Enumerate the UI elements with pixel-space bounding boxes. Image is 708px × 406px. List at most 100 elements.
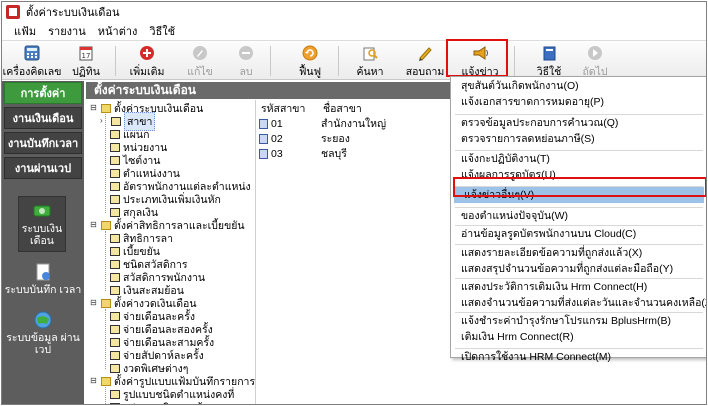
folder-icon: [101, 221, 111, 230]
form-icon: [111, 117, 121, 126]
form-icon: [110, 260, 120, 269]
form-icon: [110, 143, 120, 152]
add-icon: [138, 44, 156, 62]
branch-code: 02: [271, 132, 283, 145]
dropdown-menu-item[interactable]: แสดงรายละเอียดข้อความที่ถูกส่งแล้ว(X): [451, 245, 706, 261]
module-web-system[interactable]: ระบบข้อมูล ผ่านเวป: [2, 306, 84, 360]
money-icon: [33, 205, 51, 217]
menu-file[interactable]: แฟ้ม: [8, 22, 42, 40]
delete-label: ลบ: [239, 66, 253, 78]
table-row[interactable]: 02 ระยอง: [259, 131, 464, 146]
dropdown-menu-item[interactable]: แสดงประวัติการเติมเงิน Hrm Connect(H): [451, 279, 706, 295]
delete-icon: [237, 44, 255, 62]
dropdown-menu-item[interactable]: แจ้งชำระค่าบำรุงรักษาโปรแกรม BplusHrm(B): [451, 313, 706, 329]
module-timekeeping-label: ระบบบันทึก เวลา: [4, 284, 82, 296]
help-icon: [540, 44, 558, 62]
help-button[interactable]: วิธีใช้: [532, 42, 566, 80]
svg-text:17: 17: [82, 52, 91, 60]
branch-code: 03: [271, 147, 283, 160]
tree-item[interactable]: รูปแบบชนิดแยกด้วยจุลภาค: [110, 399, 247, 404]
toolbar-separator: [338, 46, 339, 76]
tree-connector-line: [105, 114, 106, 213]
search-label: ค้นหา: [356, 66, 384, 78]
tree-connector-line: [105, 231, 106, 291]
chevron-right-icon: ›: [100, 116, 103, 125]
branch-code: 01: [271, 117, 283, 130]
next-icon: [586, 44, 604, 62]
inquiry-icon: [416, 44, 434, 62]
dropdown-menu-item[interactable]: แสดงสรุปจำนวนข้อความที่ถูกส่งแต่ละมือถือ…: [451, 261, 706, 277]
module-payroll-label: ระบบเงิน เดือน: [21, 223, 63, 247]
toolbar-separator: [514, 46, 515, 76]
next-button[interactable]: ถัดไป: [578, 42, 612, 80]
inquiry-button[interactable]: สอบถาม: [406, 42, 444, 80]
form-icon: [110, 364, 120, 373]
menu-report[interactable]: รายงาน: [42, 22, 92, 40]
tree-item-label: รูปแบบชนิดแยกด้วยจุลภาค: [123, 399, 247, 404]
record-icon: [259, 148, 268, 159]
calculator-button[interactable]: เครื่องคิดเลข: [2, 42, 62, 80]
toolbar: เครื่องคิดเลข 17 ปฏิทิน เพิ่มเติม แก้ไข: [2, 39, 706, 80]
dropdown-menu-item[interactable]: เปิดการใช้งาน HRM Connect(M): [451, 349, 706, 365]
column-branch-code[interactable]: รหัสสาขา: [259, 100, 321, 116]
module-payroll-system[interactable]: ระบบเงิน เดือน: [18, 196, 66, 252]
dropdown-menu-item[interactable]: ตรวจข้อมูลประกอบการคำนวณ(Q): [451, 115, 706, 131]
dropdown-menu-item[interactable]: อ่านข้อมูลรูดบัตรพนักงานบน Cloud(C): [451, 226, 706, 242]
form-icon: [110, 286, 120, 295]
collapse-icon[interactable]: ⊟: [90, 377, 99, 386]
form-icon: [110, 325, 120, 334]
dropdown-menu-item[interactable]: แสดงจำนวนข้อความที่ส่งแต่ละวันและจำนวนคง…: [451, 295, 706, 311]
form-icon: [110, 403, 120, 404]
dropdown-menu-item[interactable]: ตรวจรายการลดหย่อนภาษี(S): [451, 131, 706, 147]
calculator-icon: [23, 44, 41, 62]
branch-grid: รหัสสาขา ชื่อสาขา 01 สำนักงานใหญ่ 02 ระย…: [259, 100, 464, 404]
menu-item-highlight-box: [453, 177, 706, 197]
tree-connector-line: [105, 387, 106, 404]
record-icon: [259, 133, 268, 144]
add-button[interactable]: เพิ่มเติม: [125, 42, 169, 80]
calculator-label: เครื่องคิดเลข: [2, 66, 62, 78]
folder-icon: [101, 377, 111, 386]
form-icon: [110, 195, 120, 204]
edit-button[interactable]: แก้ไข: [182, 42, 218, 80]
form-icon: [110, 338, 120, 347]
calendar-button[interactable]: 17 ปฏิทิน: [66, 42, 106, 80]
form-icon: [110, 130, 120, 139]
table-row[interactable]: 01 สำนักงานใหญ่: [259, 116, 464, 131]
sidebar-tab-settings[interactable]: การตั้งค่า: [4, 82, 82, 104]
table-row[interactable]: 03 ชลบุรี: [259, 146, 464, 161]
sidebar-tab-payroll[interactable]: งานเงินเดือน: [4, 107, 82, 129]
module-timekeeping-system[interactable]: ระบบบันทึก เวลา: [2, 258, 84, 300]
form-icon: [110, 351, 120, 360]
dropdown-menu-item[interactable]: เติมเงิน Hrm Connect(R): [451, 329, 706, 345]
dropdown-menu-item[interactable]: สุขสันต์วันเกิดพนักงาน(O): [451, 78, 706, 94]
menu-help[interactable]: วิธีใช้: [143, 22, 181, 40]
dropdown-menu-item[interactable]: แจ้งกะปฏิบัติงาน(T): [451, 151, 706, 167]
column-branch-name[interactable]: ชื่อสาขา: [321, 100, 461, 116]
tree-connector-line: [105, 309, 106, 369]
form-icon: [110, 208, 120, 217]
grid-header: รหัสสาขา ชื่อสาขา: [259, 100, 464, 116]
record-icon: [259, 118, 268, 129]
collapse-icon[interactable]: ⊟: [90, 104, 99, 113]
collapse-icon[interactable]: ⊟: [90, 299, 99, 308]
form-icon: [110, 182, 120, 191]
title-bar: ตั้งค่าระบบเงินเดือน: [2, 2, 706, 22]
menu-window[interactable]: หน้าต่าง: [92, 22, 144, 40]
search-button[interactable]: ค้นหา: [352, 42, 388, 80]
sidebar-tab-timekeeping[interactable]: งานบันทึกเวลา: [4, 132, 82, 154]
toolbar-separator: [115, 46, 116, 76]
refresh-button[interactable]: ฟื้นฟู: [292, 42, 328, 80]
settings-tree: ⊟ ตั้งค่าระบบเงินเดือน › สาขา แผนก หน่วยงาน ไซ…: [88, 100, 256, 404]
dropdown-menu-item[interactable]: ของตำแหน่งปัจจุบัน(W): [451, 208, 706, 224]
form-icon: [110, 234, 120, 243]
collapse-icon[interactable]: ⊟: [90, 221, 99, 230]
menu-bar: แฟ้ม รายงาน หน้าต่าง วิธีใช้: [2, 22, 706, 41]
globe-icon: [34, 311, 52, 329]
edit-icon: [191, 44, 209, 62]
form-icon: [110, 273, 120, 282]
sidebar-tab-web[interactable]: งานผ่านเวป: [4, 157, 82, 179]
delete-button[interactable]: ลบ: [230, 42, 262, 80]
dropdown-menu-item[interactable]: แจ้งเอกสารขาดการหมดอายุ(P): [451, 94, 706, 110]
form-icon: [110, 247, 120, 256]
